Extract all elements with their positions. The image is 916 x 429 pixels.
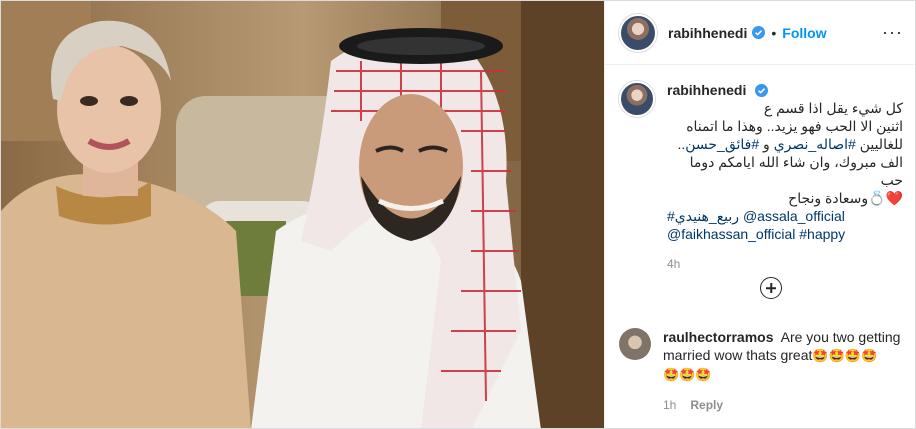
wedding-couple-image	[1, 1, 604, 428]
hashtag-link[interactable]: #فائق_حسن	[685, 136, 759, 152]
hashtag-link[interactable]: #اصاله_نصري	[774, 136, 856, 152]
post-caption: rabihhenedi كل شيء يقل اذا قسم ع اثنين ا…	[605, 65, 915, 273]
hashtag-link[interactable]: #ربيع_هنيدي	[667, 208, 739, 224]
comment-text: raulhectorramos Are you two getting marr…	[663, 328, 903, 414]
commenter-avatar[interactable]	[619, 328, 651, 360]
comment-meta: 1h Reply	[663, 396, 903, 414]
author-username[interactable]: rabihhenedi	[668, 25, 747, 41]
more-options-icon[interactable]: ···	[882, 22, 903, 43]
post-header: rabihhenedi • Follow ···	[605, 1, 915, 65]
reply-button[interactable]: Reply	[690, 398, 723, 412]
caption-line: #ربيع_هنيدي @assala_official	[667, 208, 845, 224]
verified-badge-icon	[755, 84, 769, 97]
comment-item: raulhectorramos Are you two getting marr…	[619, 328, 909, 414]
commenter-username[interactable]: raulhectorramos	[663, 329, 773, 345]
caption-username[interactable]: rabihhenedi	[667, 82, 746, 98]
post-photo[interactable]	[1, 1, 604, 428]
comment-emojis: 🤩🤩🤩🤩	[812, 348, 878, 363]
author-avatar[interactable]	[619, 13, 657, 52]
caption-timestamp: 4h	[667, 257, 681, 271]
caption-text-fragment: و	[759, 136, 774, 152]
follow-button[interactable]: Follow	[782, 25, 826, 41]
caption-author-avatar[interactable]	[619, 81, 655, 117]
caption-text-fragment: للغاليين	[855, 136, 903, 152]
caption-line: ❤️💍وسعادة ونجاح	[788, 190, 903, 206]
comment-emojis: 🤩🤩🤩	[663, 367, 712, 382]
separator-dot: •	[771, 24, 777, 41]
mention-link[interactable]: @assala_official	[743, 208, 845, 224]
hashtag-link[interactable]: #happy	[799, 226, 845, 242]
caption-line: كل شيء يقل اذا قسم ع	[763, 100, 903, 116]
load-more-comments-icon[interactable]	[760, 277, 782, 299]
instagram-post-modal: rabihhenedi • Follow ··· rabihhenedi كل …	[0, 0, 916, 429]
caption-line: الف مبروك، وان شاء الله ايامكم دوما حب	[689, 154, 903, 188]
verified-badge-icon	[752, 26, 766, 39]
mention-link[interactable]: @faikhassan_official	[667, 226, 795, 242]
caption-line: اثنين الا الحب فهو يزيد.. وهذا ما اتمناه	[686, 118, 903, 134]
comment-timestamp: 1h	[663, 398, 677, 412]
caption-line: للغاليين #اصاله_نصري و #فائق_حسن..	[667, 135, 903, 153]
post-sidebar: rabihhenedi • Follow ··· rabihhenedi كل …	[604, 1, 915, 428]
caption-text: rabihhenedi كل شيء يقل اذا قسم ع اثنين ا…	[667, 81, 903, 273]
